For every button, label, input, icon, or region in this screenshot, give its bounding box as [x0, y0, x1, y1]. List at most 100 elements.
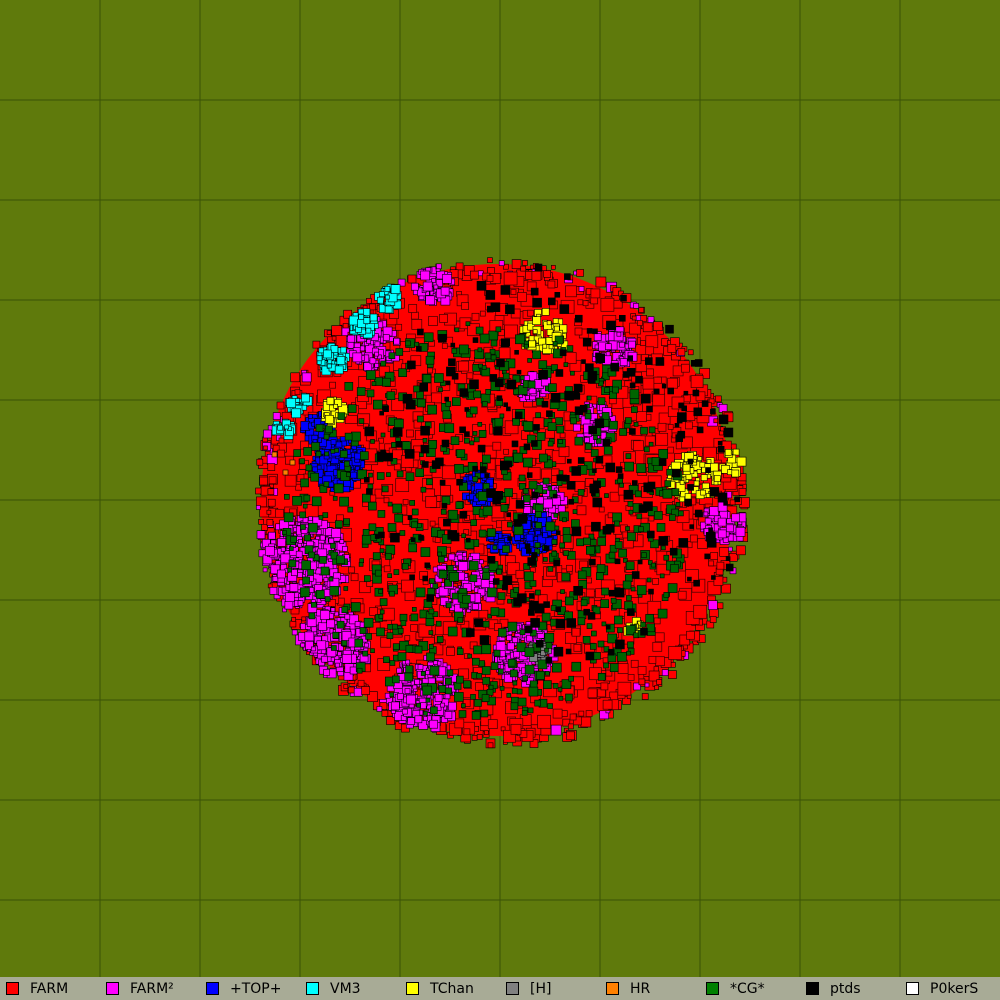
territory-tile-cg: [302, 503, 308, 509]
territory-tile-cg: [576, 538, 584, 547]
territory-tile-farm: [602, 657, 609, 664]
territory-tile-cg: [657, 608, 668, 619]
territory-tile-rim: [522, 260, 528, 266]
territory-tile-ptds: [694, 509, 703, 518]
territory-tile-ptds: [718, 414, 729, 425]
territory-tile-tchan: [732, 448, 740, 456]
territory-tile-farm: [466, 372, 474, 380]
territory-tile-ptds: [543, 601, 550, 608]
territory-tile-ptds: [550, 392, 561, 403]
territory-tile-rim: [476, 734, 483, 740]
territory-tile-cg: [510, 669, 518, 678]
territory-tile-farm2: [731, 513, 741, 523]
territory-tile-cg: [478, 529, 487, 538]
territory-tile-cg: [523, 421, 534, 431]
territory-tile-cg: [492, 545, 498, 550]
territory-tile-cg: [625, 526, 630, 531]
territory-tile-cg: [577, 570, 587, 580]
territory-tile-cg: [344, 432, 353, 441]
territory-tile-cg: [472, 431, 478, 436]
territory-tile-cg: [299, 458, 305, 465]
territory-tile-cg: [617, 627, 623, 633]
territory-tile-cg: [678, 510, 684, 517]
territory-tile-rim: [369, 303, 376, 311]
territory-tile-farm: [268, 476, 277, 485]
territory-tile-cg: [361, 493, 371, 503]
territory-tile-cg: [545, 521, 556, 532]
map-canvas[interactable]: [0, 0, 1000, 977]
territory-tile-rim: [735, 545, 746, 556]
territory-tile-ptds: [646, 405, 653, 413]
territory-tile-rim: [290, 372, 301, 383]
territory-tile-cg: [625, 417, 632, 424]
territory-tile-ptds: [531, 440, 538, 447]
territory-tile-cg: [668, 514, 676, 521]
territory-tile-ptds: [363, 476, 370, 483]
territory-tile-rim: [353, 687, 363, 697]
territory-tile-cg: [558, 470, 564, 475]
territory-tile-ptds: [486, 488, 496, 498]
territory-tile-cg: [358, 562, 364, 567]
territory-tile-cg: [559, 542, 566, 549]
territory-tile-rim: [595, 276, 607, 288]
territory-tile-farm2: [262, 567, 268, 573]
territory-tile-tchan: [542, 343, 548, 349]
territory-tile-farm: [486, 275, 494, 282]
territory-tile-ptds: [511, 440, 519, 448]
territory-map[interactable]: [0, 0, 1000, 977]
territory-tile-cg: [519, 629, 526, 636]
territory-tile-cg: [394, 513, 403, 523]
legend-swatch-hr: [606, 982, 619, 995]
territory-tile-cg: [454, 464, 464, 474]
territory-tile-farm: [637, 666, 647, 675]
territory-tile-cg: [499, 413, 505, 419]
territory-tile-ptds: [705, 467, 711, 473]
legend-label-farm2: FARM²: [130, 980, 174, 997]
territory-tile-cg: [411, 606, 417, 612]
territory-tile-cg: [288, 546, 294, 551]
territory-tile-cg: [528, 480, 538, 490]
territory-tile-farm: [558, 446, 570, 457]
territory-tile-top: [514, 534, 521, 541]
territory-tile-rim: [520, 265, 527, 272]
territory-tile-ptds: [589, 484, 595, 490]
territory-tile-tchan: [527, 339, 536, 348]
territory-tile-farm2: [543, 498, 553, 509]
territory-tile-cg: [554, 525, 560, 531]
territory-tile-cg: [648, 441, 654, 447]
territory-tile-farm: [655, 432, 669, 446]
territory-tile-cg: [510, 702, 519, 711]
legend-label-hr: HR: [630, 980, 651, 997]
territory-tile-cg: [387, 623, 394, 630]
territory-tile-ptds: [421, 461, 429, 468]
territory-tile-cg: [619, 482, 624, 488]
legend-label-vm3: VM3: [330, 980, 361, 997]
territory-tile-farm2: [704, 517, 712, 525]
territory-tile-top: [308, 413, 313, 419]
territory-tile-ptds: [640, 393, 651, 404]
territory-tile-cg: [500, 504, 509, 512]
territory-tile-ptds: [704, 553, 711, 560]
territory-tile-ptds: [605, 624, 611, 630]
territory-tile-ptds: [617, 473, 624, 479]
territory-tile-cg: [507, 658, 516, 667]
territory-tile-farm: [668, 646, 683, 660]
territory-tile-ptds: [444, 396, 450, 402]
territory-tile-ptds: [589, 558, 596, 566]
territory-tile-farm2: [414, 715, 423, 724]
territory-tile-farm2: [506, 642, 515, 651]
territory-tile-cg: [527, 380, 536, 389]
territory-tile-cg: [595, 572, 604, 581]
territory-tile-ptds: [559, 304, 570, 314]
territory-tile-farm: [503, 271, 518, 286]
territory-tile-ptds: [392, 427, 403, 437]
territory-tile-farm: [277, 449, 286, 458]
territory-tile-cg: [612, 512, 622, 523]
territory-tile-cg: [425, 697, 431, 703]
territory-tile-ptds: [582, 337, 592, 347]
legend-swatch-p0kers: [906, 982, 919, 995]
territory-tile-tchan: [324, 414, 334, 424]
territory-tile-cg: [661, 545, 666, 551]
territory-tile-ptds: [555, 530, 561, 536]
territory-tile-cg: [604, 493, 609, 498]
